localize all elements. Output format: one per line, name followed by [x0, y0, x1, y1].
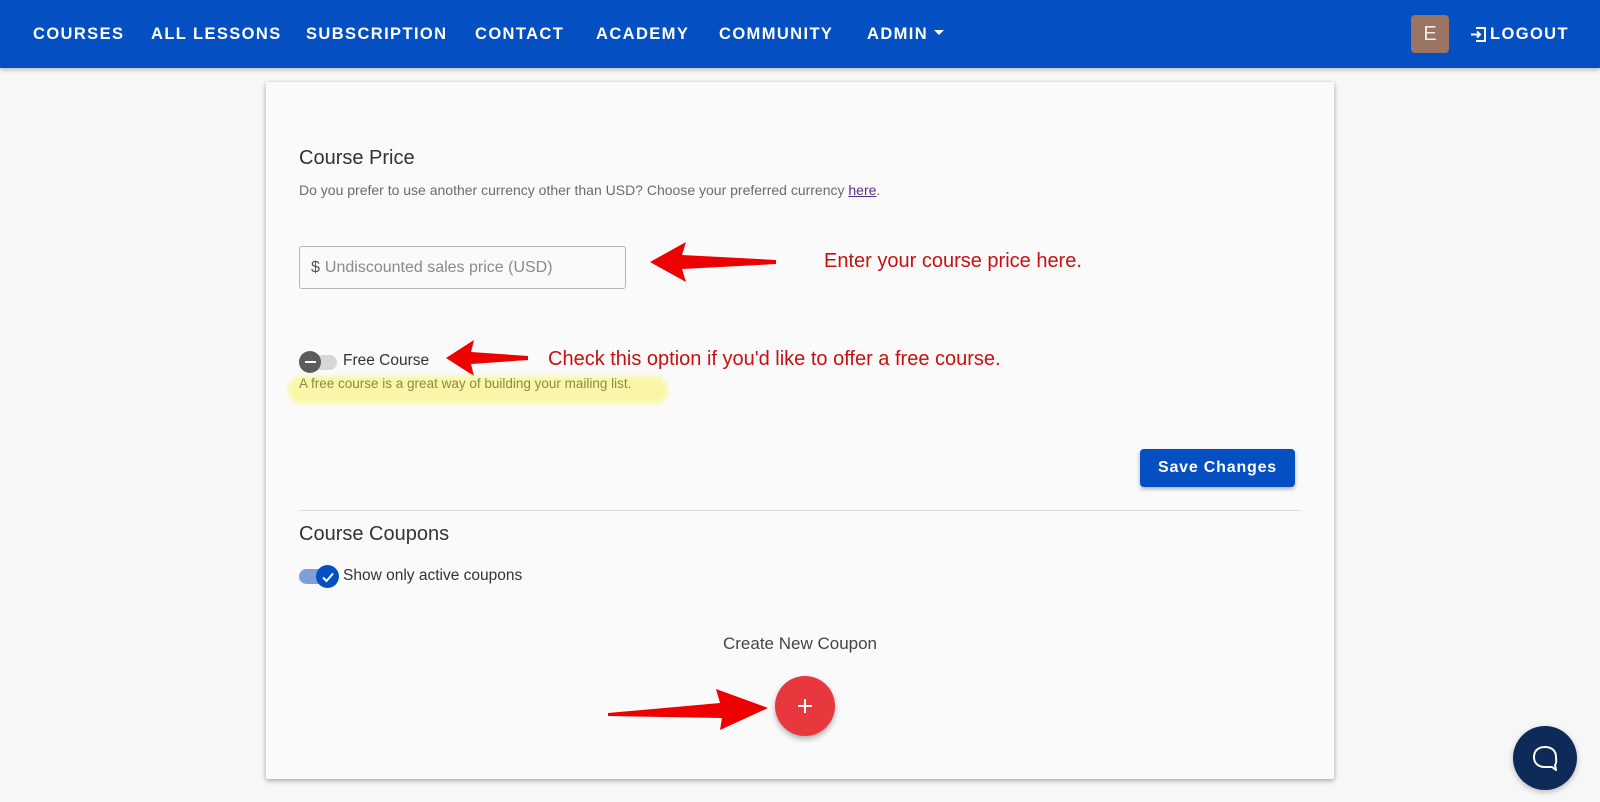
chat-bubble-icon: [1533, 746, 1558, 771]
free-course-toggle[interactable]: [299, 350, 339, 374]
free-course-hint: A free course is a great way of building…: [299, 376, 632, 391]
section-divider: [299, 510, 1301, 511]
active-coupons-toggle[interactable]: [299, 564, 343, 588]
course-coupons-title: Course Coupons: [299, 523, 450, 545]
currency-note-text: Do you prefer to use another currency ot…: [299, 182, 849, 198]
save-changes-button[interactable]: Save Changes: [1140, 449, 1295, 487]
price-input[interactable]: [324, 258, 605, 277]
plus-icon: [798, 699, 812, 713]
active-coupons-label: Show only active coupons: [343, 567, 523, 584]
nav-community[interactable]: COMMUNITY: [719, 24, 833, 44]
price-field[interactable]: $: [299, 246, 626, 289]
create-coupon-button[interactable]: [775, 676, 835, 736]
nav-contact[interactable]: CONTACT: [475, 24, 564, 44]
dollar-prefix: $: [311, 258, 320, 276]
currency-settings-link[interactable]: here: [848, 182, 876, 198]
nav-admin-label: ADMIN: [867, 25, 929, 43]
annotation-arrow-left-icon: [650, 242, 776, 282]
annotation-arrow-left-icon: [446, 340, 528, 376]
course-price-title: Course Price: [299, 147, 415, 169]
top-navbar: COURSES ALL LESSONS SUBSCRIPTION CONTACT…: [0, 0, 1600, 68]
chat-support-button[interactable]: [1513, 726, 1577, 790]
currency-note: Do you prefer to use another currency ot…: [299, 182, 880, 198]
create-coupon-label: Create New Coupon: [722, 634, 878, 653]
nav-admin-dropdown[interactable]: ADMIN: [867, 24, 945, 44]
settings-card: Course Price Do you prefer to use anothe…: [266, 82, 1334, 779]
free-course-label: Free Course: [343, 352, 430, 369]
logout-icon: [1471, 26, 1486, 42]
nav-all-lessons[interactable]: ALL LESSONS: [151, 24, 282, 44]
annotation-arrow-right-icon: [608, 689, 768, 730]
nav-academy[interactable]: ACADEMY: [596, 24, 689, 44]
minus-icon: [299, 351, 321, 373]
logout-button[interactable]: LOGOUT: [1470, 24, 1569, 44]
logout-label: LOGOUT: [1490, 25, 1569, 43]
user-avatar[interactable]: E: [1411, 15, 1449, 53]
price-annotation: Enter your course price here.: [824, 250, 1082, 272]
check-icon: [316, 565, 339, 588]
currency-note-end: .: [876, 182, 881, 198]
free-course-annotation: Check this option if you'd like to offer…: [548, 348, 1001, 370]
nav-courses[interactable]: COURSES: [33, 24, 124, 44]
nav-subscription[interactable]: SUBSCRIPTION: [306, 24, 447, 44]
caret-down-icon: [934, 30, 945, 36]
